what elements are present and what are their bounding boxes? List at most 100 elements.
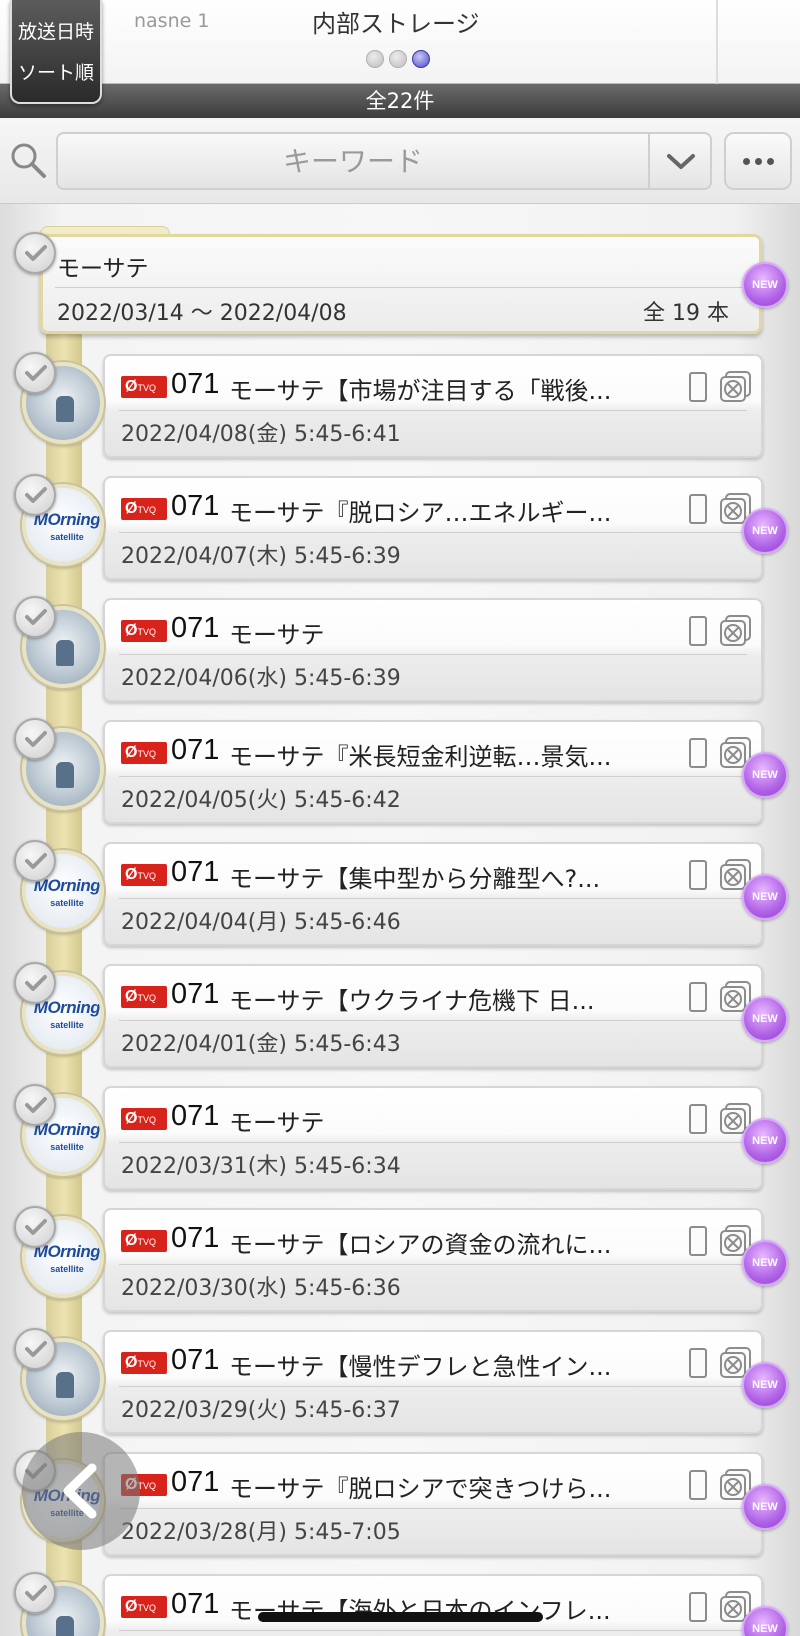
recording-card[interactable]: ØTVQ 071 モーサテ【市場が注目する「戦後... 2022/04/08(金… bbox=[103, 354, 763, 458]
sort-label-line2: ソート順 bbox=[17, 62, 94, 84]
channel-logo: ØTVQ bbox=[121, 1108, 167, 1130]
group-checkbox[interactable] bbox=[14, 232, 56, 274]
channel-number: 071 bbox=[171, 978, 220, 1010]
group-count: 全 19 本 bbox=[643, 301, 729, 326]
mobile-device-icon[interactable] bbox=[689, 982, 707, 1012]
mobile-device-icon[interactable] bbox=[689, 860, 707, 890]
recording-card[interactable]: ØTVQ 071 モーサテ 2022/03/31(木) 5:45-6:34 bbox=[103, 1086, 763, 1190]
divider bbox=[119, 532, 747, 533]
item-checkbox[interactable] bbox=[14, 1328, 56, 1370]
divider bbox=[119, 1020, 747, 1021]
new-badge: NEW bbox=[742, 262, 788, 308]
divider bbox=[119, 1508, 747, 1509]
channel-number: 071 bbox=[171, 1222, 220, 1254]
channel-logo: ØTVQ bbox=[121, 1596, 167, 1618]
item-checkbox[interactable] bbox=[14, 474, 56, 516]
program-title: モーサテ【ロシアの資金の流れに... bbox=[229, 1231, 612, 1259]
mobile-device-icon[interactable] bbox=[689, 738, 707, 768]
channel-number: 071 bbox=[171, 490, 220, 522]
mobile-device-icon[interactable] bbox=[689, 372, 707, 402]
channel-number: 071 bbox=[171, 1100, 220, 1132]
air-time: 2022/04/08(金) 5:45-6:41 bbox=[121, 422, 401, 447]
home-indicator[interactable] bbox=[258, 1612, 543, 1622]
new-badge: NEW bbox=[742, 1362, 788, 1408]
program-title: モーサテ bbox=[229, 621, 325, 649]
source-label[interactable]: nasne 1 bbox=[134, 10, 209, 32]
thumb-logo-subtext: satellite bbox=[50, 898, 84, 908]
recording-card[interactable]: ØTVQ 071 モーサテ【海外と日本のインフレ... bbox=[103, 1574, 763, 1636]
thumb-logo-subtext: satellite bbox=[50, 1142, 84, 1152]
keyword-input[interactable] bbox=[58, 134, 648, 188]
group-title: モーサテ bbox=[57, 256, 149, 282]
mobile-device-icon[interactable] bbox=[689, 1348, 707, 1378]
page-dot-active[interactable] bbox=[412, 50, 430, 68]
program-title: モーサテ【慢性デフレと急性イン... bbox=[229, 1353, 612, 1381]
total-count: 全22件 bbox=[0, 84, 800, 118]
item-checkbox[interactable] bbox=[14, 1206, 56, 1248]
mobile-device-icon[interactable] bbox=[689, 494, 707, 524]
mobile-device-icon[interactable] bbox=[689, 616, 707, 646]
recording-card[interactable]: ØTVQ 071 モーサテ【集中型から分離型へ?... 2022/04/04(月… bbox=[103, 842, 763, 946]
air-time: 2022/03/29(火) 5:45-6:37 bbox=[121, 1398, 401, 1423]
item-checkbox[interactable] bbox=[14, 962, 56, 1004]
series-group-header[interactable]: モーサテ 2022/03/14 〜 2022/04/08 全 19 本 bbox=[40, 234, 762, 334]
channel-logo: ØTVQ bbox=[121, 620, 167, 642]
more-options-button[interactable] bbox=[724, 132, 792, 190]
keyword-search-field[interactable] bbox=[56, 132, 712, 190]
divider bbox=[119, 776, 747, 777]
mobile-device-icon[interactable] bbox=[689, 1226, 707, 1256]
item-checkbox[interactable] bbox=[14, 596, 56, 638]
channel-number: 071 bbox=[171, 1344, 220, 1376]
search-icon[interactable] bbox=[8, 140, 48, 180]
program-title: モーサテ【集中型から分離型へ?... bbox=[229, 865, 601, 893]
divider bbox=[119, 1142, 747, 1143]
recording-card[interactable]: ØTVQ 071 モーサテ『脱ロシアで突きつけら... 2022/03/28(月… bbox=[103, 1452, 763, 1556]
chevron-down-icon bbox=[667, 154, 695, 169]
check-icon bbox=[25, 1341, 47, 1357]
air-time: 2022/04/06(水) 5:45-6:39 bbox=[121, 666, 401, 691]
check-icon bbox=[25, 1585, 47, 1601]
check-icon bbox=[25, 609, 47, 625]
item-checkbox[interactable] bbox=[14, 840, 56, 882]
air-time: 2022/04/07(木) 5:45-6:39 bbox=[121, 544, 401, 569]
air-time: 2022/04/01(金) 5:45-6:43 bbox=[121, 1032, 401, 1057]
channel-number: 071 bbox=[171, 1466, 220, 1498]
page-dot[interactable] bbox=[389, 50, 407, 68]
program-title: モーサテ『脱ロシア…エネルギー... bbox=[229, 499, 612, 527]
recording-card[interactable]: ØTVQ 071 モーサテ 2022/04/06(水) 5:45-6:39 bbox=[103, 598, 763, 702]
recording-card[interactable]: ØTVQ 071 モーサテ『米長短金利逆転…景気... 2022/04/05(火… bbox=[103, 720, 763, 824]
back-button[interactable] bbox=[22, 1432, 140, 1550]
recording-card[interactable]: ØTVQ 071 モーサテ【慢性デフレと急性イン... 2022/03/29(火… bbox=[103, 1330, 763, 1434]
storage-title[interactable]: 内部ストレージ bbox=[312, 4, 480, 39]
keyword-dropdown-button[interactable] bbox=[648, 134, 710, 188]
divider bbox=[119, 654, 747, 655]
new-badge: NEW bbox=[742, 1118, 788, 1164]
program-title: モーサテ bbox=[229, 1109, 325, 1137]
channel-number: 071 bbox=[171, 1588, 220, 1620]
divider bbox=[716, 0, 718, 84]
recording-card[interactable]: ØTVQ 071 モーサテ【ウクライナ危機下 日... 2022/04/01(金… bbox=[103, 964, 763, 1068]
air-time: 2022/04/04(月) 5:45-6:46 bbox=[121, 910, 401, 935]
item-checkbox[interactable] bbox=[14, 718, 56, 760]
air-time: 2022/03/28(月) 5:45-7:05 bbox=[121, 1520, 401, 1545]
dubbing-disabled-icon[interactable] bbox=[719, 370, 753, 404]
page-dot[interactable] bbox=[366, 50, 384, 68]
new-badge: NEW bbox=[742, 752, 788, 798]
dubbing-disabled-icon[interactable] bbox=[719, 614, 753, 648]
search-row bbox=[0, 118, 800, 204]
recording-card[interactable]: ØTVQ 071 モーサテ『脱ロシア…エネルギー... 2022/04/07(木… bbox=[103, 476, 763, 580]
mobile-device-icon[interactable] bbox=[689, 1470, 707, 1500]
mobile-device-icon[interactable] bbox=[689, 1104, 707, 1134]
mobile-device-icon[interactable] bbox=[689, 1592, 707, 1622]
sort-order-button[interactable]: 放送日時 ソート順 bbox=[10, 0, 102, 104]
channel-number: 071 bbox=[171, 856, 220, 888]
recording-card[interactable]: ØTVQ 071 モーサテ【ロシアの資金の流れに... 2022/03/30(水… bbox=[103, 1208, 763, 1312]
item-checkbox[interactable] bbox=[14, 1572, 56, 1614]
page-indicator[interactable] bbox=[366, 50, 430, 68]
check-icon bbox=[25, 365, 47, 381]
channel-number: 071 bbox=[171, 368, 220, 400]
item-checkbox[interactable] bbox=[14, 1084, 56, 1126]
item-checkbox[interactable] bbox=[14, 352, 56, 394]
divider bbox=[119, 1386, 747, 1387]
check-icon bbox=[25, 245, 47, 261]
